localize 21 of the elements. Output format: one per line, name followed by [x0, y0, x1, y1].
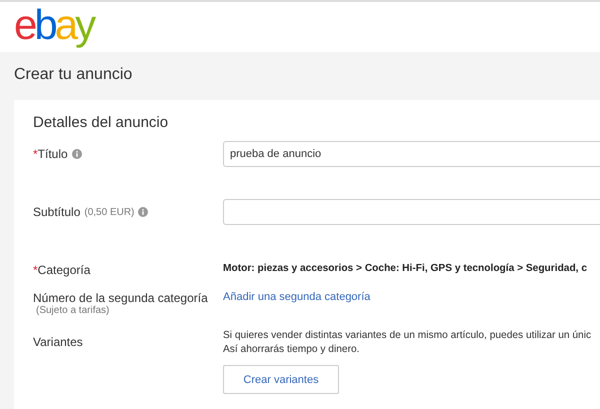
required-mark: *	[33, 147, 38, 161]
fee-note: (Sujeto a tarifas)	[35, 305, 110, 316]
section-title: Detalles del anuncio	[33, 114, 170, 131]
required-mark: *	[33, 263, 38, 277]
ebay-logo[interactable]: ebay	[14, 4, 94, 46]
info-icon[interactable]	[72, 149, 82, 159]
page-title: Crear tu anuncio	[13, 65, 134, 85]
variants-description: Si quieres vender distintas variantes de un mismo artículo, puedes utilizar un únic	[223, 329, 592, 343]
field-label: Categoría	[38, 263, 90, 277]
variants-description: Así ahorrarás tiempo y dinero.	[223, 343, 360, 357]
info-icon[interactable]	[138, 207, 148, 217]
field-label: Subtítulo	[33, 205, 80, 219]
field-label: Título	[38, 147, 68, 161]
create-variants-button[interactable]: Crear variantes	[223, 365, 339, 394]
text-input[interactable]: prueba de anuncio	[223, 141, 600, 167]
price-note: (0,50 EUR)	[84, 206, 134, 218]
category-path: Motor: piezas y accesorios > Coche: Hi-Fi, GPS y tecnología > Seguridad, c	[223, 262, 588, 274]
text-input[interactable]	[223, 199, 600, 225]
field-label: Número de la segunda categoría	[33, 291, 208, 305]
add-category-link[interactable]: Añadir una segunda categoría	[223, 285, 370, 303]
field-label: Variantes	[33, 335, 83, 349]
